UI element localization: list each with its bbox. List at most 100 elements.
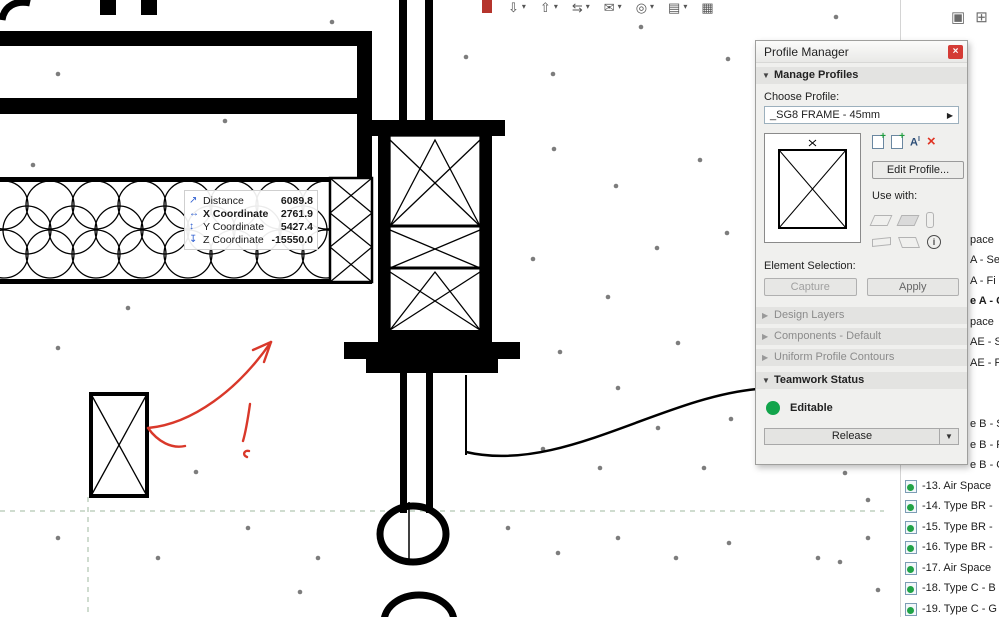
profile-dropdown[interactable]: _SG8 FRAME - 45mm ▶ [764, 106, 959, 124]
layer-label: -14. Type BR - [922, 500, 993, 512]
layer-label: e B - G [970, 459, 999, 471]
layer-label: AE - S [970, 336, 999, 348]
section-uniform-profile-contours[interactable]: ▶ Uniform Profile Contours [756, 349, 967, 366]
panel-squares-icon[interactable]: ▣ [951, 8, 965, 26]
coordinate-label: X Coordinate [203, 207, 269, 220]
chevron-down-icon[interactable]: ▾ [618, 0, 622, 14]
layer-label: pace [970, 234, 994, 246]
layer-row[interactable]: -14. Type BR - [901, 496, 999, 516]
add-panel-icon[interactable]: ⊞ [975, 8, 988, 26]
coordinate-value: 2761.9 [280, 207, 313, 220]
choose-profile-label: Choose Profile: [764, 91, 840, 103]
coordinate-row: ↧ Z Coordinate -15550.0 [189, 233, 313, 246]
toolbar-button[interactable]: ✉ ▾ [604, 0, 622, 15]
layer-row[interactable]: -16. Type BR - [901, 537, 999, 557]
top-toolbar: ⇩ ▾ ⇧ ▾ ⇆ ▾ ✉ ▾ ◎ ▾ ▤ ▾ ▦ [482, 0, 714, 18]
top-right-toolbar: ▣ ⊞ [951, 8, 988, 26]
toolbar-button[interactable]: ▤ ▾ [668, 0, 687, 15]
layer-row[interactable]: -17. Air Space [901, 558, 999, 578]
layer-label: pace [970, 316, 994, 328]
toolbar-button[interactable]: ⇆ ▾ [572, 0, 590, 15]
use-with-label: Use with: [872, 190, 918, 202]
section-design-layers[interactable]: ▶ Design Layers [756, 307, 967, 324]
chevron-right-icon: ▶ [762, 332, 769, 341]
toolbar-button[interactable]: ▦ [701, 0, 713, 15]
chevron-down-icon[interactable]: ▾ [554, 0, 558, 14]
delete-profile-icon[interactable]: × [927, 134, 936, 149]
chevron-right-icon: ▶ [762, 311, 769, 320]
layer-label: e A - G [970, 295, 999, 307]
pipe-detail [376, 373, 467, 617]
profile-manager-palette: Profile Manager × ▼ Manage Profiles Choos… [755, 40, 968, 465]
anchor-box [89, 392, 149, 498]
layer-icon [905, 480, 917, 493]
toolbar-button[interactable]: ⇩ ▾ [508, 0, 526, 15]
profile-preview-graphic [778, 139, 847, 229]
layer-label: -17. Air Space [922, 562, 992, 574]
column-tool-icon[interactable] [926, 212, 934, 228]
coordinate-row: ↔ X Coordinate 2761.9 [189, 207, 313, 220]
beam-tool-icon[interactable] [872, 237, 891, 247]
upload-arrow-icon: ⇧ [539, 0, 551, 15]
list-icon: ▤ [668, 0, 681, 15]
section-components-default[interactable]: ▶ Components - Default [756, 328, 967, 345]
release-dropdown-caret[interactable]: ▼ [940, 428, 959, 445]
layer-label: A - Fi [970, 275, 996, 287]
layer-label: -13. Air Space [922, 480, 992, 492]
new-profile-icon[interactable]: + [872, 131, 886, 149]
profile-dropdown-value: _SG8 FRAME - 45mm [770, 109, 881, 121]
layer-label: e B - F [970, 439, 999, 451]
chevron-down-icon[interactable]: ▾ [586, 0, 590, 14]
chevron-down-icon[interactable]: ▾ [650, 0, 654, 14]
slab-tool-icon[interactable] [896, 214, 920, 226]
red-tool-icon[interactable] [482, 0, 492, 13]
editable-status-icon [766, 401, 780, 415]
wall-tool-icon[interactable] [869, 214, 893, 226]
duplicate-profile-icon[interactable]: + [891, 131, 905, 149]
z-axis-icon: ↧ [189, 234, 198, 245]
close-icon[interactable]: × [948, 45, 963, 59]
edit-profile-button[interactable]: Edit Profile... [872, 161, 964, 179]
red-annotation [146, 340, 273, 459]
layer-icon [905, 521, 917, 534]
section-teamwork-status[interactable]: ▼ Teamwork Status [756, 372, 967, 389]
teamwork-editable-status: Editable [766, 401, 957, 415]
download-arrow-icon: ⇩ [508, 0, 519, 15]
capture-button[interactable]: Capture [764, 278, 857, 296]
mail-icon: ✉ [603, 0, 615, 15]
toolbar-button[interactable]: ⇧ ▾ [540, 0, 558, 15]
chevron-down-icon[interactable]: ▾ [522, 0, 526, 14]
section-manage-profiles[interactable]: ▼ Manage Profiles [756, 67, 967, 84]
layer-label: A - Se [970, 254, 999, 266]
coordinate-value: 6089.8 [280, 194, 313, 207]
release-button[interactable]: Release [764, 428, 940, 445]
layer-icon [905, 500, 917, 513]
rename-profile-icon[interactable]: AI [910, 136, 920, 149]
coordinate-row: ↗ Distance 6089.8 [189, 194, 313, 207]
info-icon[interactable]: i [927, 235, 941, 249]
chevron-right-icon: ▶ [946, 110, 953, 120]
grid-icon: ▦ [701, 0, 714, 15]
layer-label: -16. Type BR - [922, 541, 993, 553]
toolbar-button[interactable]: ◎ ▾ [636, 0, 654, 15]
layer-row[interactable]: -18. Type C - B [901, 578, 999, 598]
y-axis-icon: ↕ [189, 221, 194, 232]
palette-title[interactable]: Profile Manager [756, 41, 967, 63]
layer-row[interactable]: -19. Type C - G [901, 599, 999, 617]
chevron-down-icon[interactable]: ▾ [683, 0, 687, 14]
coordinate-label: Y Coordinate [203, 220, 265, 233]
chevron-down-icon: ▼ [762, 376, 770, 385]
profile-preview[interactable] [764, 133, 861, 243]
layer-icon [905, 582, 917, 595]
layer-row[interactable]: -15. Type BR - [901, 517, 999, 537]
coordinate-label: Distance [203, 194, 244, 207]
coordinate-row: ↕ Y Coordinate 5427.4 [189, 220, 313, 233]
apply-button[interactable]: Apply [866, 278, 959, 296]
layer-label: -19. Type C - G [922, 603, 997, 615]
title-text-fragment [0, 0, 157, 21]
pier-hatch [328, 176, 374, 284]
element-selection-label: Element Selection: [764, 260, 856, 272]
shell-tool-icon[interactable] [897, 236, 921, 248]
layer-row[interactable]: -13. Air Space [901, 476, 999, 496]
layer-icon [905, 541, 917, 554]
